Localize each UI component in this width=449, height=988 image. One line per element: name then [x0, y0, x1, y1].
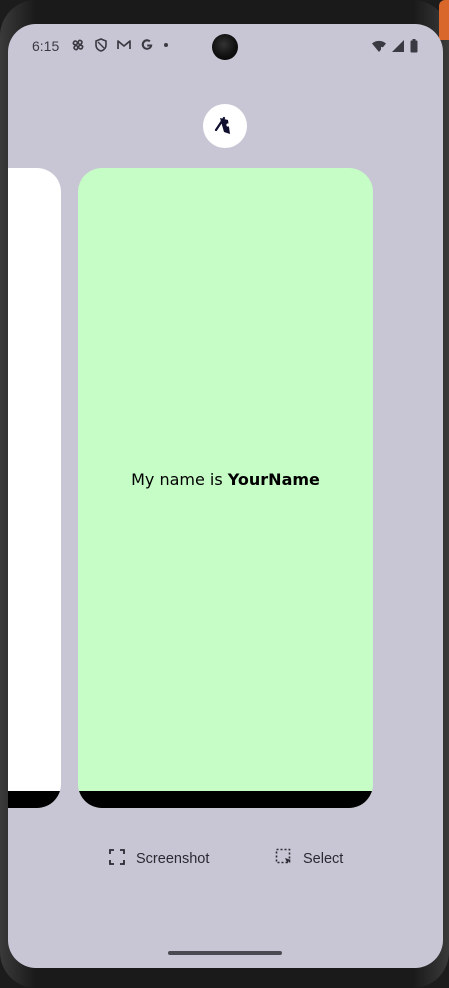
status-time: 6:15 [32, 38, 60, 54]
recent-app-card-current[interactable]: My name is YourName [78, 168, 373, 808]
select-label: Select [303, 851, 344, 867]
recent-app-card-previous[interactable] [8, 168, 61, 808]
recents-actions: Screenshot Select [8, 848, 443, 872]
fan-icon [70, 37, 86, 53]
app-logo-icon[interactable] [203, 104, 247, 148]
dot-icon [162, 37, 170, 53]
gmail-icon [116, 37, 132, 53]
notification-icons [70, 37, 170, 53]
wifi-icon [371, 38, 387, 57]
signal-icon [391, 38, 405, 57]
screenshot-button[interactable]: Screenshot [108, 848, 209, 870]
front-camera [212, 34, 238, 60]
select-button[interactable]: Select [275, 848, 343, 870]
google-icon [139, 37, 155, 53]
screenshot-label: Screenshot [136, 851, 210, 867]
device-frame: 6:15 My name is YourName Screenshot Sele… [0, 0, 449, 988]
greeting-name: YourName [227, 470, 320, 489]
recents-screen: 6:15 My name is YourName Screenshot Sele… [8, 24, 443, 968]
card-navigation-bar [8, 791, 61, 808]
system-status-icons [371, 38, 419, 57]
greeting-text: My name is YourName [78, 470, 373, 489]
gesture-navigation-handle[interactable] [168, 951, 282, 955]
select-icon [275, 848, 293, 870]
greeting-prefix: My name is [131, 470, 228, 489]
screenshot-icon [108, 848, 126, 870]
battery-icon [409, 38, 419, 57]
card-navigation-bar [78, 791, 373, 808]
shield-icon [93, 37, 109, 53]
